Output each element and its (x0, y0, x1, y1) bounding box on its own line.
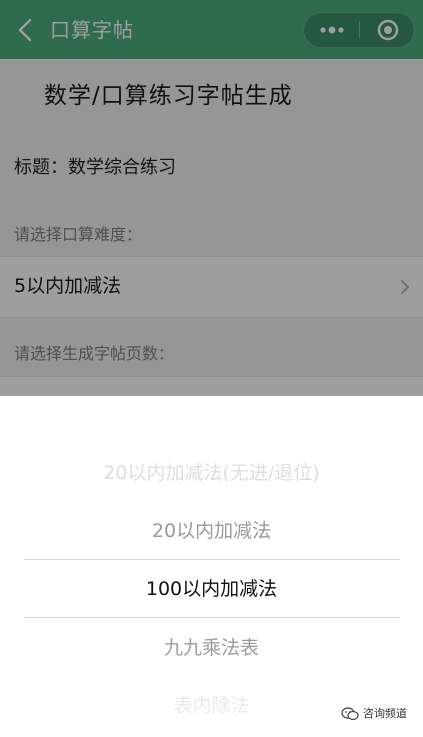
picker-fade-top (0, 396, 423, 516)
picker-option[interactable]: 20以内加减法 (0, 516, 423, 546)
watermark-text: 咨询频道 (363, 707, 407, 720)
picker-indicator-bottom (24, 617, 400, 618)
wechat-logo-icon (341, 707, 359, 721)
watermark: 咨询频道 (341, 706, 407, 722)
picker-option-selected[interactable]: 100以内加减法 (0, 574, 423, 604)
picker-option[interactable]: 20以内加减法(无进/退位) (0, 458, 423, 488)
difficulty-picker[interactable]: 20以内加减法(无进/退位) 20以内加减法 100以内加减法 九九乘法表 表内… (0, 396, 423, 737)
picker-option[interactable]: 九九乘法表 (0, 633, 423, 663)
picker-indicator-top (24, 559, 400, 560)
